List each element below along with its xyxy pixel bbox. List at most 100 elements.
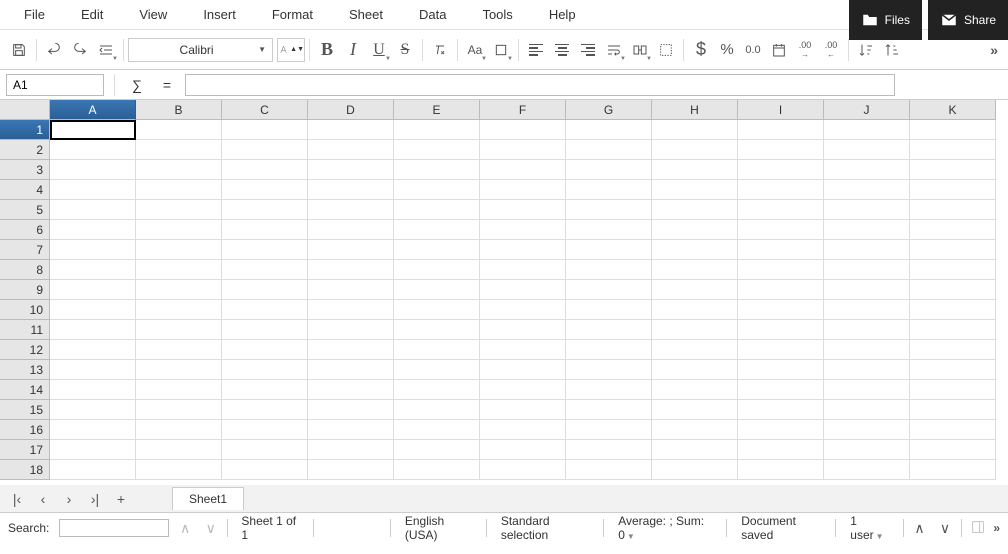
cell-E7[interactable] [394, 240, 480, 260]
cell-A15[interactable] [50, 400, 136, 420]
cell-C10[interactable] [222, 300, 308, 320]
cell-K3[interactable] [910, 160, 996, 180]
cell-C5[interactable] [222, 200, 308, 220]
cell-B5[interactable] [136, 200, 222, 220]
cell-I9[interactable] [738, 280, 824, 300]
cell-I12[interactable] [738, 340, 824, 360]
cell-E6[interactable] [394, 220, 480, 240]
formula-equals-button[interactable]: = [155, 74, 179, 96]
column-header-D[interactable]: D [308, 100, 394, 120]
cell-C11[interactable] [222, 320, 308, 340]
undo-button[interactable] [41, 37, 67, 63]
cell-H3[interactable] [652, 160, 738, 180]
formula-input[interactable] [185, 74, 895, 96]
menu-edit[interactable]: Edit [63, 1, 121, 28]
cell-E10[interactable] [394, 300, 480, 320]
column-header-A[interactable]: A [50, 100, 136, 120]
cell-I18[interactable] [738, 460, 824, 480]
cell-G18[interactable] [566, 460, 652, 480]
cell-D8[interactable] [308, 260, 394, 280]
toolbar-overflow-button[interactable]: » [990, 42, 1002, 58]
underline-button[interactable]: U▼ [366, 37, 392, 63]
cell-K18[interactable] [910, 460, 996, 480]
cell-K6[interactable] [910, 220, 996, 240]
cell-K10[interactable] [910, 300, 996, 320]
cell-F9[interactable] [480, 280, 566, 300]
menu-tools[interactable]: Tools [464, 1, 530, 28]
cell-G14[interactable] [566, 380, 652, 400]
menu-view[interactable]: View [121, 1, 185, 28]
language-label[interactable]: English (USA) [397, 514, 480, 542]
cell-G9[interactable] [566, 280, 652, 300]
cell-A13[interactable] [50, 360, 136, 380]
cell-G7[interactable] [566, 240, 652, 260]
cell-E16[interactable] [394, 420, 480, 440]
cell-G1[interactable] [566, 120, 652, 140]
cell-F6[interactable] [480, 220, 566, 240]
cell-I17[interactable] [738, 440, 824, 460]
next-sheet-button[interactable]: › [58, 491, 80, 507]
cell-B11[interactable] [136, 320, 222, 340]
cell-F16[interactable] [480, 420, 566, 440]
cell-C2[interactable] [222, 140, 308, 160]
cell-E12[interactable] [394, 340, 480, 360]
cell-J1[interactable] [824, 120, 910, 140]
menu-help[interactable]: Help [531, 1, 594, 28]
row-header-15[interactable]: 15 [0, 400, 50, 420]
cell-I11[interactable] [738, 320, 824, 340]
cell-K13[interactable] [910, 360, 996, 380]
cell-B6[interactable] [136, 220, 222, 240]
cell-A17[interactable] [50, 440, 136, 460]
sidebar-toggle-button[interactable] [968, 520, 988, 537]
cell-J3[interactable] [824, 160, 910, 180]
cell-B2[interactable] [136, 140, 222, 160]
cell-E18[interactable] [394, 460, 480, 480]
row-header-14[interactable]: 14 [0, 380, 50, 400]
select-all-corner[interactable] [0, 100, 50, 120]
cell-H16[interactable] [652, 420, 738, 440]
sort-asc-button[interactable] [853, 37, 879, 63]
menu-file[interactable]: File [6, 1, 63, 28]
row-header-10[interactable]: 10 [0, 300, 50, 320]
row-header-3[interactable]: 3 [0, 160, 50, 180]
cell-E17[interactable] [394, 440, 480, 460]
first-sheet-button[interactable]: |‹ [6, 491, 28, 507]
cell-D18[interactable] [308, 460, 394, 480]
cell-K12[interactable] [910, 340, 996, 360]
cell-D11[interactable] [308, 320, 394, 340]
cell-F5[interactable] [480, 200, 566, 220]
column-header-I[interactable]: I [738, 100, 824, 120]
cell-B1[interactable] [136, 120, 222, 140]
cell-A14[interactable] [50, 380, 136, 400]
cell-D3[interactable] [308, 160, 394, 180]
menu-data[interactable]: Data [401, 1, 464, 28]
add-sheet-button[interactable]: + [110, 491, 132, 507]
cell-I15[interactable] [738, 400, 824, 420]
row-header-18[interactable]: 18 [0, 460, 50, 480]
column-header-K[interactable]: K [910, 100, 996, 120]
cell-G12[interactable] [566, 340, 652, 360]
cell-K15[interactable] [910, 400, 996, 420]
cell-I5[interactable] [738, 200, 824, 220]
cell-B10[interactable] [136, 300, 222, 320]
cell-G3[interactable] [566, 160, 652, 180]
row-header-8[interactable]: 8 [0, 260, 50, 280]
cell-A6[interactable] [50, 220, 136, 240]
row-header-1[interactable]: 1 [0, 120, 50, 140]
cell-B13[interactable] [136, 360, 222, 380]
cell-E2[interactable] [394, 140, 480, 160]
cell-C8[interactable] [222, 260, 308, 280]
search-next-button[interactable]: ∨ [201, 520, 221, 537]
cell-B8[interactable] [136, 260, 222, 280]
align-center-button[interactable] [549, 37, 575, 63]
cell-J13[interactable] [824, 360, 910, 380]
cell-D10[interactable] [308, 300, 394, 320]
cell-I7[interactable] [738, 240, 824, 260]
percent-button[interactable]: % [714, 37, 740, 63]
cell-I2[interactable] [738, 140, 824, 160]
cell-D9[interactable] [308, 280, 394, 300]
zoom-in-button[interactable]: ∨ [935, 520, 955, 537]
cell-J7[interactable] [824, 240, 910, 260]
cell-J17[interactable] [824, 440, 910, 460]
cell-F4[interactable] [480, 180, 566, 200]
